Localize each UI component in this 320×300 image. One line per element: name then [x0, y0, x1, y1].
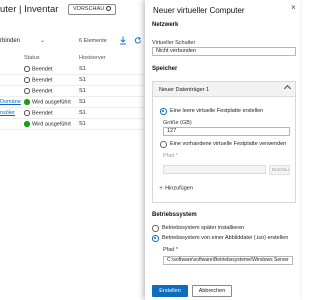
host-cell: S1	[79, 99, 86, 105]
close-icon[interactable]: ×	[291, 3, 296, 12]
download-icon[interactable]	[119, 36, 127, 45]
chevron-down-icon[interactable]: ⌄	[40, 37, 45, 44]
host-cell: S1	[79, 88, 86, 94]
table-row[interactable]: nsöler Beendet S1	[0, 108, 145, 119]
iso-path-label: Pfad *	[163, 247, 178, 253]
preview-badge-label: VORSCHAU	[73, 6, 105, 12]
disk-header[interactable]: Neuer Datenträger 1	[153, 82, 295, 97]
stopped-status-icon	[24, 77, 30, 83]
os-heading: Betriebssystem	[152, 212, 197, 218]
table-row[interactable]: Beendet S1	[0, 75, 145, 86]
preview-badge[interactable]: VORSCHAU	[68, 4, 117, 15]
network-heading: Netzwerk	[152, 22, 179, 28]
status-text: Beendet	[32, 77, 53, 84]
plus-icon: +	[159, 185, 164, 192]
chevron-up-icon[interactable]	[283, 84, 292, 93]
status-cell: Beendet	[24, 88, 53, 95]
refresh-icon[interactable]	[134, 36, 142, 45]
size-label: Größe (GB)	[163, 120, 192, 126]
running-status-icon	[24, 99, 30, 105]
running-status-icon	[24, 121, 30, 127]
disk-path-label: Pfad *	[163, 153, 178, 159]
vm-name-link[interactable]: Domäne	[0, 99, 21, 105]
add-disk-label: Hinzufügen	[165, 185, 193, 192]
table-row[interactable]: Wird ausgeführt S1	[0, 119, 145, 130]
os-iso-radio[interactable]	[152, 235, 159, 242]
host-cell: S1	[79, 110, 86, 116]
status-cell: Beendet	[24, 110, 53, 117]
status-text: Beendet	[32, 110, 53, 117]
stopped-status-icon	[24, 66, 30, 72]
host-cell: S1	[79, 66, 86, 72]
os-later-radio[interactable]	[152, 225, 159, 232]
host-cell: S1	[79, 121, 86, 127]
browse-button[interactable]: Durchsuchen	[269, 165, 290, 175]
create-button[interactable]: Erstellen	[152, 285, 188, 297]
table-row[interactable]: Domäne Wird ausgeführt S1	[0, 97, 145, 108]
stopped-status-icon	[24, 110, 30, 116]
panel-title: Neuer virtueller Computer	[153, 6, 245, 15]
connect-dropdown[interactable]: rbinden	[0, 38, 20, 44]
disk-title: Neuer Datenträger 1	[159, 86, 210, 93]
item-count: 6 Elemente	[79, 38, 107, 44]
status-text: Wird ausgeführt	[32, 99, 71, 106]
os-later-label: Betriebssystem später installieren	[162, 225, 245, 231]
status-cell: Beendet	[24, 66, 53, 73]
iso-path-input[interactable]: C:\software\software\Betriebssysteme\Win…	[163, 256, 293, 265]
storage-heading: Speicher	[152, 66, 178, 72]
add-disk-button[interactable]: + Hinzufügen	[159, 185, 193, 192]
new-vm-panel: Neuer virtueller Computer × Netzwerk Vir…	[145, 0, 300, 300]
switch-label: Virtueller Schalter	[152, 40, 196, 46]
existing-disk-label: Eine vorhandene virtuelle Festplatte ver…	[170, 141, 287, 147]
switch-select[interactable]: Nicht verbunden	[152, 47, 296, 56]
table-row[interactable]: Beendet S1	[0, 86, 145, 97]
column-header-host[interactable]: Hostserver	[79, 55, 106, 61]
cancel-button[interactable]: Abbrechen	[192, 285, 232, 297]
info-icon	[106, 5, 112, 11]
status-text: Beendet	[32, 66, 53, 73]
os-iso-label: Betriebssystem von einer Abbilddatei (.i…	[162, 235, 289, 241]
existing-disk-radio[interactable]	[160, 141, 167, 148]
status-cell: Beendet	[24, 77, 53, 84]
stopped-status-icon	[24, 88, 30, 94]
status-cell: Wird ausgeführt	[24, 121, 71, 128]
new-disk-label: Eine leere virtuelle Festplatte erstelle…	[170, 108, 264, 114]
new-disk-radio[interactable]	[160, 108, 167, 115]
status-text: Beendet	[32, 88, 53, 95]
status-cell: Wird ausgeführt	[24, 99, 71, 106]
page-title: uter | Inventar	[0, 4, 59, 15]
column-header-status[interactable]: Status	[24, 55, 40, 61]
size-input[interactable]: 127	[163, 127, 290, 136]
table-row[interactable]: Beendet S1	[0, 64, 145, 75]
status-text: Wird ausgeführt	[32, 121, 71, 128]
vm-name-link[interactable]: nsöler	[0, 110, 15, 116]
host-cell: S1	[79, 77, 86, 83]
disk-path-input[interactable]	[163, 165, 266, 174]
